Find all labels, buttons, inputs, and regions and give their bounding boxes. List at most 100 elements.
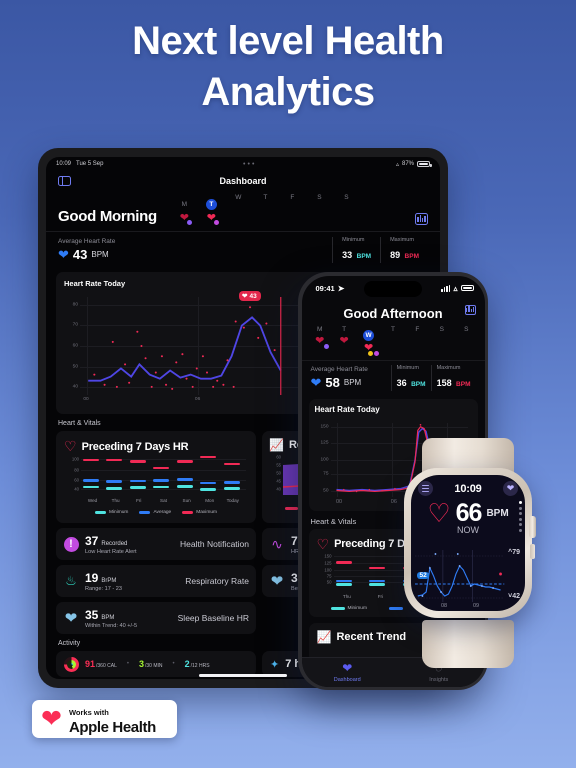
ipad-week-strip[interactable]: M ❤ T ❤ W T F S S	[171, 193, 415, 225]
iphone-maximum-stat: Maximum 158 BPM	[430, 364, 476, 391]
list-menu-button[interactable]	[418, 481, 433, 496]
iphone-greeting: Good Afternoon	[343, 305, 443, 321]
headline-line-2: Analytics	[201, 70, 375, 115]
ipad-home-indicator	[199, 673, 287, 677]
heart-down-arrow-icon: ❤	[270, 573, 284, 590]
chart-line-icon: 📈	[269, 438, 284, 452]
stat-value: 35	[85, 607, 99, 622]
ipad-respiratory-rate-card[interactable]: ♨ 19 BrPM Range: 17 - 23 Respiratory Rate	[56, 565, 256, 597]
day-letter: T	[342, 325, 347, 333]
iphone-day-f[interactable]: F	[405, 324, 429, 356]
ipad-status-dots: •••	[243, 160, 257, 168]
stat-name: Health Notification	[180, 539, 249, 549]
ipad-day-t2[interactable]: T	[252, 193, 279, 225]
side-button[interactable]	[530, 544, 535, 559]
y-axis-labels: 80 70 60 50 40	[72, 302, 78, 390]
digital-crown[interactable]	[529, 516, 536, 538]
stat-name: Respiratory Rate	[185, 576, 249, 586]
badge-line-2: Apple Health	[68, 719, 156, 737]
iphone-day-t2[interactable]: T	[381, 324, 405, 356]
watch-x-label-1: 08	[441, 603, 448, 609]
x-axis-labels: Wed Thu Fri Sat Sun Mon Today	[87, 498, 239, 503]
day-letter: S	[344, 194, 349, 201]
ipad-day-s1[interactable]: S	[306, 193, 333, 225]
y-axis-labels: 60 55 50 45 40	[276, 454, 281, 492]
activity-hours: 2/12 HRS	[184, 659, 210, 669]
y-axis-labels: 100 80 60 40	[71, 456, 79, 492]
iphone-average-unit: BPM	[343, 377, 362, 387]
calendar-icon[interactable]	[415, 213, 428, 225]
ipad-status-date: Tue 5 Sep	[76, 161, 104, 167]
day-letter: F	[415, 325, 420, 333]
heart-icon: ❤	[310, 374, 322, 390]
iphone-status-bar: 09:41 ➤ ▵	[302, 276, 485, 302]
day-letter: T	[205, 199, 217, 210]
iphone-status-time: 09:41	[315, 284, 335, 293]
iphone-day-m[interactable]: M ❤	[308, 324, 332, 356]
apple-health-badge: ❤ Works with Apple Health	[32, 700, 177, 738]
stat-name: Sleep Baseline HR	[177, 613, 249, 623]
iphone-week-strip[interactable]: M ❤ T ❤ W ❤ T F S S	[302, 324, 485, 360]
iphone-day-s2[interactable]: S	[454, 324, 478, 356]
ipad-day-w[interactable]: W	[225, 193, 252, 225]
stat-value: 19	[85, 570, 99, 585]
ipad-day-m[interactable]: M ❤	[171, 193, 198, 225]
ipad-average-value: 43	[72, 247, 88, 262]
watch-bpm-row: ♡ 66 BPM	[411, 500, 525, 526]
day-letter: M	[181, 201, 188, 208]
wifi-icon: ▵	[453, 283, 458, 293]
day-heart-icon: ❤	[308, 335, 332, 349]
iphone-average-row: Average Heart Rate ❤ 58 BPM Minimum 36 B…	[301, 359, 485, 396]
badge-line-1: Works with	[68, 708, 109, 718]
page-title: Next level Health Analytics	[0, 16, 576, 118]
day-letter: T	[390, 325, 395, 333]
day-letter: W	[235, 194, 242, 201]
heart-icon: ❤	[242, 293, 248, 300]
ipad-day-t1[interactable]: T ❤	[198, 193, 225, 225]
minimum-label: Minimum	[396, 364, 419, 371]
day-heart-icon: ❤	[198, 211, 225, 225]
watch-hr-svg	[415, 550, 505, 602]
day-heart-icon: ❤	[356, 342, 380, 356]
ipad-maximum-stat: Maximum 89 BPM	[380, 237, 428, 263]
iphone-hr-today-title: Heart Rate Today	[314, 404, 380, 414]
activity-rings-icon	[64, 656, 79, 672]
ipad-greeting-row: Good Morning M ❤ T ❤ W T F S S	[46, 191, 440, 231]
preceding-7-days-chart: 100 80 60 40 Wed Thu Fri Sat Sun Mon Tod…	[66, 455, 248, 507]
iphone-average-label: Average Heart Rate	[310, 365, 368, 373]
ipad-day-s2[interactable]: S	[333, 193, 360, 225]
iphone-day-s1[interactable]: S	[430, 324, 454, 356]
maximum-label: Maximum	[390, 237, 414, 243]
ipad-day-f[interactable]: F	[279, 193, 306, 225]
ipad-average-row: Average Heart Rate ❤ 43 BPM Minimum 33 B…	[46, 231, 440, 269]
stat-unit: BPM	[101, 614, 115, 621]
ipad-minimum-stat: Minimum 33 BPM	[332, 237, 380, 263]
apple-health-heart-icon: ❤	[41, 704, 62, 733]
watch-bpm-value: 66	[455, 498, 483, 527]
iphone-day-w[interactable]: W ❤	[356, 324, 380, 356]
ipad-sleep-baseline-card[interactable]: ❤ 35 BPM Within Trend: 40 +/-5 Sleep Base…	[56, 602, 256, 634]
minimum-label: Minimum	[342, 237, 365, 243]
heart-shield-button[interactable]: ❤	[502, 481, 518, 496]
ipad-greeting: Good Morning	[58, 208, 157, 225]
sidebar-toggle-icon[interactable]	[58, 175, 71, 187]
stat-value: 37	[85, 533, 99, 548]
calendar-icon[interactable]	[464, 304, 476, 315]
ipad-preceding-7-days-card[interactable]: ♡ Preceding 7 Days HR 100 80 60 40 Wed T…	[56, 431, 256, 523]
tab-dashboard[interactable]: ❤ Dashboard	[302, 658, 394, 687]
legend-maximum: Maximum	[182, 510, 217, 515]
day-letter: F	[290, 194, 295, 201]
stat-unit: Recorded	[101, 540, 128, 547]
ipad-health-notification-card[interactable]: ! 37 Recorded Low Heart Rate Alert Health…	[56, 528, 256, 560]
minimum-unit: BPM	[411, 380, 426, 388]
stat-subtitle: Low Heart Rate Alert	[85, 548, 137, 555]
activity-minutes: 3/30 MIN	[138, 659, 163, 669]
ipad-battery-percent: 87%	[401, 161, 414, 167]
iphone-day-t1[interactable]: T ❤	[332, 324, 356, 356]
legend-minimum: Minimum	[94, 510, 128, 515]
heart-down-arrow-icon: ❤	[64, 610, 78, 627]
ipad-average-label: Average Heart Rate	[58, 238, 116, 245]
day-letter: S	[317, 194, 322, 201]
day-letter: M	[317, 325, 323, 333]
apple-watch-device: 10:09 ❤ ♡ 66 BPM NOW 52 ^79 ˅42 08 09	[392, 438, 544, 668]
